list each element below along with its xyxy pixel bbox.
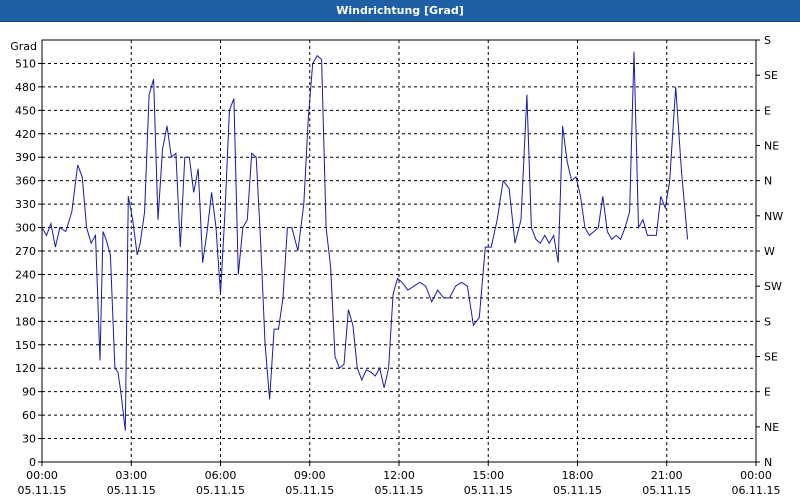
x-tick-time: 03:00 — [115, 469, 147, 482]
direction-tick-label: NW — [764, 210, 783, 223]
right-axis: N NE E SE S SW W NW N NE E SE S — [756, 34, 783, 469]
chart-canvas: 0 30 60 90 120 150 180 210 240 270 300 330 360 390 420… — [10, 34, 783, 497]
x-tick-date: 05.11.15 — [107, 484, 156, 497]
y-tick-label: 420 — [15, 128, 36, 141]
direction-tick-label: N — [764, 175, 772, 188]
y-tick-label: 120 — [15, 362, 36, 375]
x-tick-date: 05.11.15 — [375, 484, 424, 497]
x-tick-date: 05.11.15 — [196, 484, 245, 497]
x-tick-time: 00:00 — [740, 469, 772, 482]
x-tick-time: 21:00 — [651, 469, 683, 482]
y-tick-label: 300 — [15, 222, 36, 235]
y-tick-label: 330 — [15, 198, 36, 211]
y-tick-label: 90 — [22, 386, 36, 399]
direction-tick-label: SW — [764, 280, 782, 293]
y-tick-label: 0 — [29, 456, 36, 469]
y-tick-label: 390 — [15, 151, 36, 164]
y-axis-label: Grad — [10, 40, 37, 53]
direction-tick-label: S — [764, 315, 771, 328]
x-tick-time: 09:00 — [294, 469, 326, 482]
y-tick-label: 510 — [15, 57, 36, 70]
x-tick-date: 05.11.15 — [553, 484, 602, 497]
y-tick-label: 450 — [15, 104, 36, 117]
y-tick-label: 480 — [15, 81, 36, 94]
direction-tick-label: SE — [764, 69, 778, 82]
direction-tick-label: S — [764, 34, 771, 47]
y-tick-label: 270 — [15, 245, 36, 258]
direction-tick-label: NE — [764, 140, 779, 153]
x-tick-time: 18:00 — [562, 469, 594, 482]
x-tick-date: 05.11.15 — [285, 484, 334, 497]
y-tick-label: 180 — [15, 315, 36, 328]
x-tick-time: 00:00 — [26, 469, 58, 482]
left-axis: 0 30 60 90 120 150 180 210 240 270 300 330 360 390 420… — [15, 57, 42, 469]
x-tick-time: 06:00 — [205, 469, 237, 482]
x-tick-date: 06.11.15 — [732, 484, 781, 497]
direction-tick-label: N — [764, 456, 772, 469]
direction-tick-label: E — [764, 386, 771, 399]
x-tick-date: 05.11.15 — [642, 484, 691, 497]
x-axis: 00:00 05.11.15 03:00 05.11.15 06:00 05.11.15 0… — [18, 462, 781, 497]
y-tick-label: 150 — [15, 339, 36, 352]
y-tick-label: 360 — [15, 175, 36, 188]
y-tick-label: 60 — [22, 409, 36, 422]
x-tick-time: 12:00 — [383, 469, 415, 482]
direction-tick-label: SE — [764, 351, 778, 364]
x-tick-date: 05.11.15 — [464, 484, 513, 497]
x-tick-time: 15:00 — [472, 469, 504, 482]
direction-tick-label: E — [764, 104, 771, 117]
y-tick-label: 240 — [15, 268, 36, 281]
direction-tick-label: W — [764, 245, 775, 258]
direction-tick-label: NE — [764, 421, 779, 434]
y-tick-label: 210 — [15, 292, 36, 305]
y-tick-label: 30 — [22, 433, 36, 446]
x-tick-date: 05.11.15 — [18, 484, 67, 497]
